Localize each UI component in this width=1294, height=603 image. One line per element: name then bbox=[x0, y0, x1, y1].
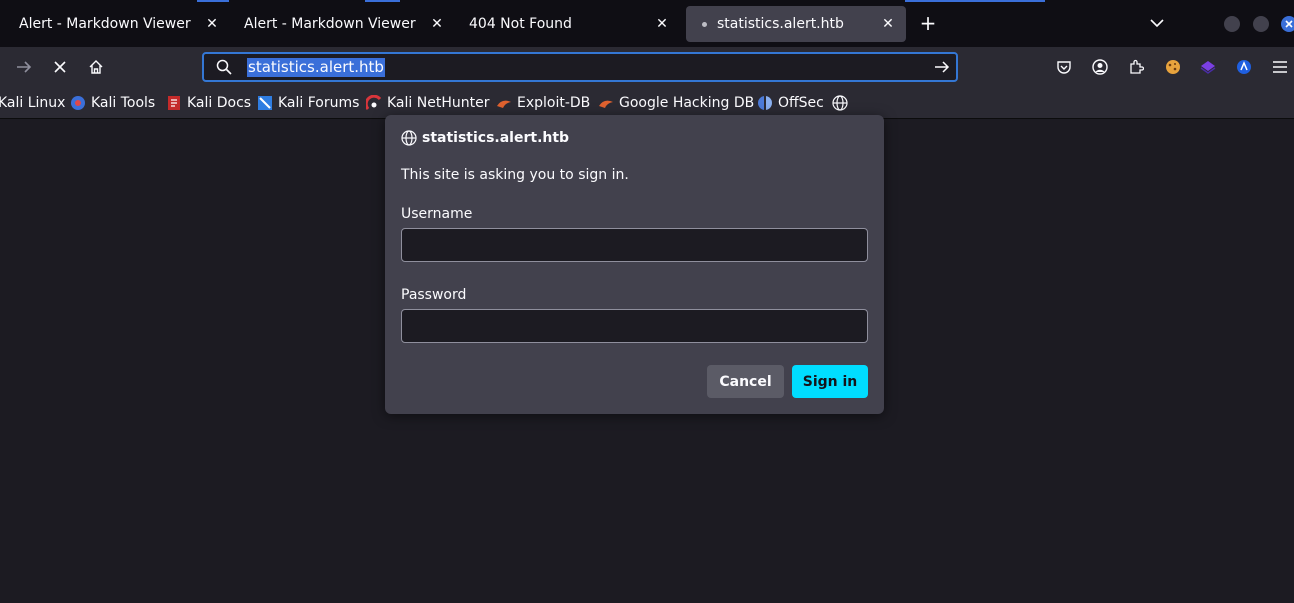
tab-title: Alert - Markdown Viewer bbox=[19, 16, 191, 32]
bookmark-kali-tools[interactable]: Kali Tools bbox=[70, 94, 155, 112]
window-close-button[interactable] bbox=[1281, 16, 1294, 32]
globe-icon bbox=[401, 130, 417, 146]
cancel-button[interactable]: Cancel bbox=[707, 365, 784, 398]
extension-layers-icon[interactable] bbox=[1198, 57, 1218, 77]
bookmark-kali-docs[interactable]: Kali Docs bbox=[166, 94, 251, 112]
tab-3[interactable]: 404 Not Found ✕ bbox=[460, 6, 680, 42]
close-icon[interactable]: ✕ bbox=[427, 6, 447, 42]
kali-forums-icon bbox=[257, 95, 273, 111]
tab-4-active[interactable]: statistics.alert.htb ✕ bbox=[686, 6, 906, 42]
globe-icon bbox=[832, 95, 848, 111]
close-icon[interactable]: ✕ bbox=[202, 6, 222, 42]
navigation-toolbar: statistics.alert.htb bbox=[0, 47, 1294, 87]
bookmark-kali-linux[interactable]: Kali Linux bbox=[0, 94, 65, 112]
maximize-button[interactable] bbox=[1253, 16, 1269, 32]
tab-title: Alert - Markdown Viewer bbox=[244, 16, 416, 32]
forward-arrow-icon[interactable] bbox=[10, 53, 38, 81]
dialog-host: statistics.alert.htb bbox=[401, 130, 569, 146]
url-bar[interactable]: statistics.alert.htb bbox=[202, 52, 958, 82]
sign-in-button[interactable]: Sign in bbox=[792, 365, 868, 398]
tab-indicator bbox=[905, 0, 1045, 2]
bookmark-label: Exploit-DB bbox=[517, 95, 591, 111]
sign-in-dialog: statistics.alert.htb This site is asking… bbox=[385, 115, 884, 414]
ghdb-icon bbox=[598, 95, 614, 111]
dialog-host-text: statistics.alert.htb bbox=[422, 130, 570, 146]
bookmark-google-hacking-db[interactable]: Google Hacking DB bbox=[598, 94, 754, 112]
kali-docs-icon bbox=[166, 95, 182, 111]
bookmark-exploit-db[interactable]: Exploit-DB bbox=[496, 94, 590, 112]
search-icon bbox=[216, 59, 232, 79]
offsec-icon bbox=[757, 95, 773, 111]
menu-icon[interactable] bbox=[1270, 57, 1290, 77]
account-icon[interactable] bbox=[1090, 57, 1110, 77]
bookmark-label: Kali Docs bbox=[187, 95, 252, 111]
username-label: Username bbox=[401, 206, 473, 222]
close-icon[interactable]: ✕ bbox=[652, 6, 672, 42]
bookmark-label: Kali Tools bbox=[91, 95, 156, 111]
bookmark-label: Kali Linux bbox=[0, 95, 66, 111]
bookmark-offsec[interactable]: OffSec bbox=[757, 94, 824, 112]
dialog-message: This site is asking you to sign in. bbox=[401, 167, 629, 183]
extensions-icon[interactable] bbox=[1126, 57, 1146, 77]
exploit-db-icon bbox=[496, 95, 512, 111]
password-field[interactable] bbox=[401, 309, 868, 343]
tab-bar: Alert - Markdown Viewer ✕ Alert - Markdo… bbox=[0, 0, 1294, 47]
url-text[interactable]: statistics.alert.htb bbox=[247, 58, 385, 77]
minimize-button[interactable] bbox=[1224, 16, 1240, 32]
tab-indicator bbox=[365, 0, 400, 2]
bookmark-kali-nethunter[interactable]: Kali NetHunter bbox=[364, 94, 490, 112]
bookmark-globe[interactable] bbox=[832, 94, 853, 112]
username-field[interactable] bbox=[401, 228, 868, 262]
close-icon[interactable]: ✕ bbox=[878, 6, 898, 42]
home-icon[interactable] bbox=[82, 53, 110, 81]
stop-icon[interactable] bbox=[46, 53, 74, 81]
tab-title: statistics.alert.htb bbox=[717, 16, 844, 32]
bookmark-label: Google Hacking DB bbox=[619, 95, 755, 111]
pocket-icon[interactable] bbox=[1054, 57, 1074, 77]
tab-list-chevron-down-icon[interactable] bbox=[1147, 13, 1167, 33]
tab-1[interactable]: Alert - Markdown Viewer ✕ bbox=[10, 6, 230, 42]
extension-proxy-icon[interactable] bbox=[1234, 57, 1254, 77]
tab-2[interactable]: Alert - Markdown Viewer ✕ bbox=[235, 6, 455, 42]
tab-title: 404 Not Found bbox=[469, 16, 572, 32]
extension-cookie-icon[interactable] bbox=[1163, 57, 1183, 77]
password-label: Password bbox=[401, 287, 467, 303]
bookmark-label: Kali NetHunter bbox=[387, 95, 490, 111]
bookmark-label: OffSec bbox=[778, 95, 824, 111]
bookmark-label: Kali Forums bbox=[278, 95, 360, 111]
kali-tools-icon bbox=[70, 95, 86, 111]
new-tab-button[interactable]: + bbox=[918, 11, 938, 35]
bookmark-kali-forums[interactable]: Kali Forums bbox=[257, 94, 359, 112]
go-arrow-icon[interactable] bbox=[934, 59, 950, 79]
kali-nethunter-icon bbox=[364, 94, 382, 111]
loading-icon bbox=[702, 21, 707, 27]
tab-indicator bbox=[197, 0, 229, 2]
